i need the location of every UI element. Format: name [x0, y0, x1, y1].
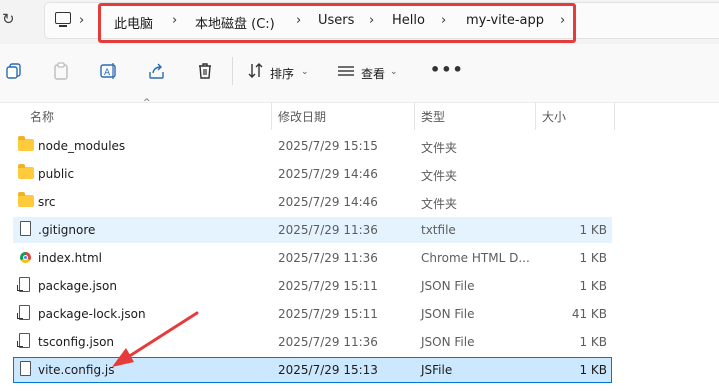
file-modified: 2025/7/29 15:15	[278, 139, 378, 153]
json-file-icon	[17, 277, 30, 292]
svg-text:A: A	[104, 68, 111, 78]
column-resize-handle[interactable]	[414, 102, 415, 130]
file-row-vite-config-js[interactable]: vite.config.js 2025/7/29 15:13 JSFile 1 …	[13, 357, 612, 383]
file-type: JSON File	[421, 335, 475, 349]
column-header-type[interactable]: 类型	[421, 108, 445, 125]
file-name: public	[38, 167, 75, 181]
refresh-icon[interactable]: ↻	[2, 10, 15, 28]
file-type: txtfile	[421, 223, 456, 237]
js-file-icon	[20, 361, 31, 376]
sort-button[interactable]: 排序	[270, 65, 294, 82]
breadcrumb-hello[interactable]: Hello	[392, 13, 425, 28]
column-resize-handle[interactable]	[614, 102, 615, 130]
text-file-icon	[20, 221, 31, 236]
file-modified: 2025/7/29 11:36	[278, 251, 378, 265]
file-modified: 2025/7/29 15:11	[278, 279, 378, 293]
file-modified: 2025/7/29 11:36	[278, 223, 378, 237]
breadcrumb-users[interactable]: Users	[318, 13, 354, 28]
chevron-right-icon[interactable]: ›	[296, 13, 301, 28]
chevron-down-icon[interactable]: ⌄	[301, 67, 309, 77]
breadcrumb-my-vite-app[interactable]: my-vite-app	[466, 13, 544, 28]
file-size: 1 KB	[579, 223, 607, 237]
file-type: 文件夹	[421, 169, 458, 183]
command-bar: A 排序 ⌄ 查看 ⌄ •••	[0, 44, 719, 103]
file-type: JSON File	[421, 279, 475, 293]
folder-icon	[18, 136, 34, 151]
file-modified: 2025/7/29 14:46	[278, 195, 378, 209]
file-row-package-json[interactable]: package.json 2025/7/29 15:11 JSON File 1…	[13, 273, 612, 299]
copy-icon[interactable]	[5, 62, 23, 80]
column-header-size[interactable]: 大小	[542, 108, 566, 125]
column-resize-handle[interactable]	[535, 102, 536, 130]
column-header-modified[interactable]: 修改日期	[278, 108, 326, 125]
file-size: 1 KB	[579, 251, 607, 265]
file-name: package.json	[38, 279, 118, 293]
file-row-tsconfig-json[interactable]: tsconfig.json 2025/7/29 11:36 JSON File …	[13, 329, 612, 355]
chevron-right-icon[interactable]: ›	[560, 13, 565, 28]
file-name: node_modules	[38, 139, 126, 153]
file-modified: 2025/7/29 15:13	[278, 363, 378, 377]
file-name: src	[38, 195, 56, 209]
toolbar-divider	[232, 57, 233, 85]
json-file-icon	[17, 305, 30, 320]
chevron-right-icon[interactable]: ›	[441, 13, 446, 28]
file-type: 文件夹	[421, 141, 458, 155]
chevron-right-icon[interactable]: ›	[172, 13, 177, 28]
file-size: 41 KB	[571, 307, 607, 321]
file-row-index-html[interactable]: index.html 2025/7/29 11:36 Chrome HTML D…	[13, 245, 612, 271]
sort-ascending-icon: ^	[143, 98, 151, 108]
sort-icon[interactable]	[247, 62, 265, 80]
file-name: index.html	[38, 251, 102, 265]
file-modified: 2025/7/29 11:36	[278, 335, 378, 349]
json-file-icon	[17, 333, 30, 348]
chevron-right-icon[interactable]: ›	[369, 13, 374, 28]
file-name: tsconfig.json	[38, 335, 115, 349]
more-options-button[interactable]: •••	[430, 60, 464, 79]
column-header: ^ 名称 修改日期 类型 大小	[0, 98, 719, 130]
file-row-node-modules[interactable]: node_modules 2025/7/29 15:15 文件夹	[13, 133, 612, 159]
folder-icon	[18, 192, 34, 207]
file-name: vite.config.js	[38, 363, 115, 377]
file-type: JSON File	[421, 307, 475, 321]
file-row-public[interactable]: public 2025/7/29 14:46 文件夹	[13, 161, 612, 187]
file-size: 1 KB	[579, 363, 607, 377]
chrome-icon	[20, 252, 31, 263]
file-type: JSFile	[421, 363, 453, 377]
share-icon[interactable]	[148, 62, 166, 80]
rename-icon[interactable]: A	[100, 62, 118, 80]
view-button[interactable]: 查看	[361, 65, 385, 82]
column-header-name[interactable]: 名称	[30, 108, 54, 125]
delete-icon[interactable]	[196, 62, 214, 80]
file-type: 文件夹	[421, 197, 458, 211]
computer-icon[interactable]	[55, 12, 71, 27]
file-size: 1 KB	[579, 335, 607, 349]
file-row-gitignore[interactable]: .gitignore 2025/7/29 11:36 txtfile 1 KB	[13, 217, 612, 243]
breadcrumb-local-disk[interactable]: 本地磁盘 (C:)	[195, 13, 275, 32]
file-name: package-lock.json	[38, 307, 146, 321]
file-modified: 2025/7/29 15:11	[278, 307, 378, 321]
address-bar-area: ↻ › 此电脑 › 本地磁盘 (C:) › Users › Hello › my…	[0, 0, 719, 44]
breadcrumb-this-pc[interactable]: 此电脑	[114, 13, 153, 32]
file-size: 1 KB	[579, 279, 607, 293]
file-row-package-lock-json[interactable]: package-lock.json 2025/7/29 15:11 JSON F…	[13, 301, 612, 327]
view-icon[interactable]	[337, 62, 355, 80]
column-resize-handle[interactable]	[271, 102, 272, 130]
paste-icon[interactable]	[52, 62, 70, 80]
file-type: Chrome HTML D...	[421, 251, 530, 265]
file-modified: 2025/7/29 14:46	[278, 167, 378, 181]
chevron-down-icon[interactable]: ⌄	[390, 67, 398, 77]
file-name: .gitignore	[38, 223, 96, 237]
chevron-right-icon[interactable]: ›	[79, 13, 84, 28]
file-row-src[interactable]: src 2025/7/29 14:46 文件夹	[13, 189, 612, 215]
folder-icon	[18, 164, 34, 179]
